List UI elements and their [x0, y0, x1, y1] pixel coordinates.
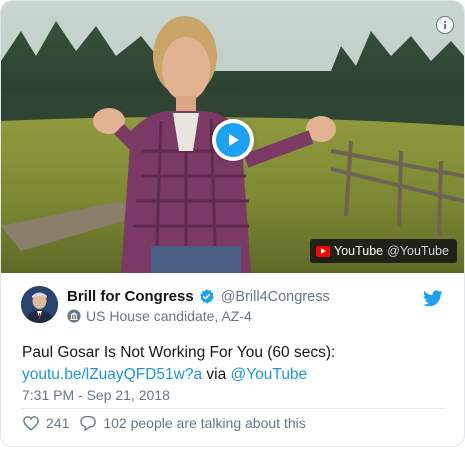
avatar-image — [21, 286, 58, 323]
play-icon — [216, 123, 250, 157]
author-label-text: US House candidate, AZ-4 — [86, 308, 252, 324]
youtube-source-badge[interactable]: YouTube @YouTube — [310, 239, 457, 263]
author-name-row: Brill for Congress @Brill4Congress — [67, 288, 330, 305]
government-building-icon — [67, 309, 81, 323]
twitter-bird-icon[interactable] — [423, 290, 443, 307]
divider — [21, 408, 444, 409]
avatar[interactable] — [21, 286, 58, 323]
tweet-body-text: Paul Gosar Is Not Working For You (60 se… — [22, 344, 336, 361]
like-count: 241 — [46, 415, 70, 431]
speech-bubble-icon — [80, 415, 97, 431]
embedded-tweet-card: YouTube @YouTube Brill for Congress @Bri… — [0, 0, 465, 447]
video-thumbnail[interactable]: YouTube @YouTube — [1, 1, 464, 273]
tweet-video-link[interactable]: youtu.be/lZuayQFD51w?a — [22, 366, 202, 383]
like-button[interactable]: 241 — [22, 414, 69, 432]
play-button[interactable] — [212, 119, 254, 161]
talking-count-text: 102 people are talking about this — [103, 415, 306, 431]
heart-icon — [23, 416, 39, 431]
tweet-actions: 241 102 people are talking about this — [22, 414, 306, 432]
info-icon[interactable] — [436, 16, 454, 34]
info-glyph — [443, 20, 447, 29]
play-triangle — [229, 134, 239, 146]
author-screen-name[interactable]: @Brill4Congress — [221, 289, 330, 305]
youtube-brand-label: YouTube — [334, 244, 384, 258]
youtube-icon — [316, 245, 330, 257]
author-label-row: US House candidate, AZ-4 — [67, 308, 252, 324]
author-display-name[interactable]: Brill for Congress — [67, 288, 194, 305]
conversation-button[interactable]: 102 people are talking about this — [79, 414, 306, 432]
tweet-text: Paul Gosar Is Not Working For You (60 se… — [22, 342, 447, 386]
tweet-via-word: via — [206, 366, 227, 383]
youtube-handle-label: @YouTube — [387, 244, 449, 258]
tweet-mention-link[interactable]: @YouTube — [231, 366, 308, 383]
tweet-timestamp[interactable]: 7:31 PM - Sep 21, 2018 — [22, 387, 170, 403]
verified-badge-icon — [199, 289, 214, 304]
